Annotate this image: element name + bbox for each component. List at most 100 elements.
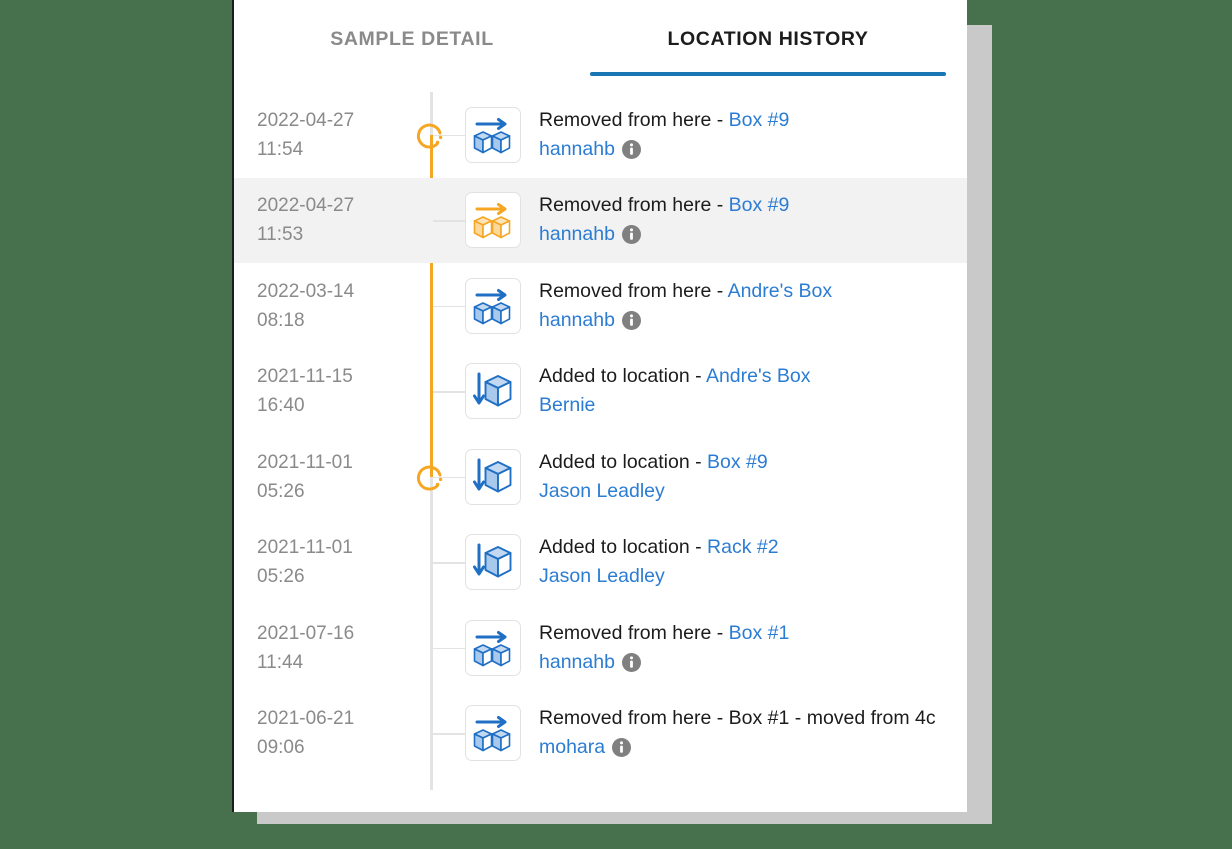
removed-from-here-icon	[473, 203, 511, 239]
timeline-row-datetime: 2022-04-27 11:54	[234, 106, 422, 164]
timeline-row-text: Added to location - Box #9 Jason Leadley	[539, 448, 768, 506]
timeline-row-action: Added to location -	[539, 450, 708, 473]
timeline-row-info-button[interactable]	[621, 139, 641, 159]
timeline-row-date: 2021-11-01	[257, 537, 353, 559]
timeline-row-action-line: Removed from here - Box #1	[539, 619, 789, 648]
timeline-row-date: 2021-06-21	[257, 708, 355, 730]
timeline-row-time: 11:54	[257, 138, 304, 160]
timeline-row-text: Removed from here - Box #1 - moved from …	[539, 704, 936, 762]
timeline-row-location[interactable]: Andre's Box	[728, 280, 833, 302]
timeline-row: 2021-11-01 05:26 Added to location - Box …	[234, 434, 967, 520]
removed-from-here-icon	[473, 288, 511, 325]
timeline-row-datetime: 2021-07-16 11:44	[234, 619, 422, 677]
added-to-location-icon-tile	[465, 363, 521, 420]
timeline-row-action: Removed from here -	[539, 621, 729, 644]
removed-from-here-icon-tile	[465, 192, 521, 249]
added-to-location-icon-tile	[465, 448, 521, 505]
info-icon[interactable]	[612, 738, 632, 758]
timeline-row-action: Removed from here -	[539, 279, 728, 302]
info-icon[interactable]	[621, 310, 641, 330]
timeline-row-text: Removed from here - Box #9 hannahb	[539, 191, 789, 249]
info-icon[interactable]	[621, 225, 641, 245]
timeline-row-action: Added to location -	[539, 365, 706, 388]
timeline-row-date: 2022-04-27	[257, 109, 355, 131]
tab-location-history[interactable]: LOCATION HISTORY	[590, 0, 946, 92]
timeline-row-info-button[interactable]	[621, 652, 641, 672]
removed-from-here-icon	[473, 117, 511, 154]
timeline-row-user[interactable]: Jason Leadley	[539, 562, 665, 591]
removed-from-here-icon-tile	[465, 106, 521, 163]
timeline-row-text: Added to location - Rack #2 Jason Leadley	[539, 533, 779, 591]
timeline-row-date: 2021-07-16	[257, 622, 355, 644]
timeline-row-datetime: 2021-11-01 05:26	[234, 448, 422, 506]
timeline-row-action: Removed from here -	[539, 108, 729, 131]
timeline-row-text: Added to location - Andre's Box Bernie	[539, 362, 810, 420]
info-icon[interactable]	[621, 139, 641, 159]
info-icon[interactable]	[621, 652, 641, 672]
timeline-row-info-button[interactable]	[612, 738, 632, 758]
timeline-row-user[interactable]: hannahb	[539, 135, 615, 164]
timeline-row-time: 16:40	[257, 395, 305, 417]
timeline-row-info-button[interactable]	[621, 225, 641, 245]
timeline-row-date: 2022-03-14	[257, 280, 355, 302]
timeline-row-user-line: hannahb	[539, 306, 832, 335]
timeline-row-location[interactable]: Box #9	[729, 109, 790, 131]
timeline-row: 2022-04-27 11:53 Removed from here - Box …	[234, 177, 967, 263]
timeline-row-time: 05:26	[257, 566, 305, 588]
timeline-row-location[interactable]: Box #9	[729, 194, 790, 216]
timeline-row-action-line: Removed from here - Box #9	[539, 191, 789, 220]
timeline-row-user-line: hannahb	[539, 135, 789, 164]
timeline-row-time: 11:44	[257, 651, 304, 673]
timeline-row-user-line: Jason Leadley	[539, 477, 768, 506]
timeline-row-time: 11:53	[257, 224, 304, 246]
timeline-row-location[interactable]: Box #1	[729, 622, 790, 644]
timeline-row-location[interactable]: Andre's Box	[706, 365, 811, 387]
timeline-row-action: Added to location -	[539, 536, 708, 559]
added-to-location-icon	[473, 543, 512, 578]
timeline-row-time: 05:26	[257, 480, 305, 502]
timeline-row-user[interactable]: hannahb	[539, 648, 615, 677]
timeline-row-location[interactable]: Rack #2	[707, 536, 779, 558]
timeline-row-text: Removed from here - Box #1 hannahb	[539, 619, 789, 677]
timeline-row-date: 2022-04-27	[257, 195, 355, 217]
timeline-row: 2021-11-01 05:26 Added to location - Rack…	[234, 520, 967, 606]
timeline-row-user[interactable]: Bernie	[539, 391, 595, 420]
location-history-card: SAMPLE DETAIL LOCATION HISTORY 2022-04-2…	[232, 0, 967, 812]
timeline-row-datetime: 2021-11-01 05:26	[234, 533, 422, 591]
timeline-row-user[interactable]: hannahb	[539, 306, 615, 335]
timeline-row-datetime: 2021-11-15 16:40	[234, 362, 422, 420]
timeline-marker	[415, 461, 447, 493]
timeline-row-user-line: hannahb	[539, 648, 789, 677]
timeline-row-action: Removed from here -	[539, 707, 729, 730]
timeline-row-action-line: Removed from here - Box #9	[539, 106, 789, 135]
timeline-row-action-line: Added to location - Rack #2	[539, 533, 779, 562]
timeline-row-info-button[interactable]	[621, 310, 641, 330]
timeline-row: 2021-07-16 11:44 Removed from here - Box …	[234, 605, 967, 691]
location-history-timeline: 2022-04-27 11:54 Removed from here - Box …	[234, 92, 967, 790]
timeline-row-user-line: Bernie	[539, 391, 810, 420]
timeline-row-action-line: Added to location - Box #9	[539, 448, 768, 477]
removed-from-here-icon	[473, 716, 511, 752]
timeline-marker	[415, 119, 447, 151]
timeline-row-user[interactable]: Jason Leadley	[539, 477, 665, 506]
removed-from-here-icon-tile	[465, 705, 521, 762]
timeline-row-date: 2021-11-01	[257, 451, 353, 473]
timeline-row-action-line: Removed from here - Box #1 - moved from …	[539, 704, 936, 733]
timeline-row-datetime: 2021-06-21 09:06	[234, 704, 422, 762]
timeline-row-user[interactable]: hannahb	[539, 220, 615, 249]
timeline-row: 2021-06-21 09:06 Removed from here - Box …	[234, 691, 967, 777]
timeline-row-user-line: mohara	[539, 733, 936, 762]
timeline-row-date: 2021-11-15	[257, 366, 353, 388]
timeline-row-time: 09:06	[257, 737, 305, 759]
timeline-row-user-line: Jason Leadley	[539, 562, 779, 591]
timeline-row-action-line: Added to location - Andre's Box	[539, 362, 810, 391]
tab-sample-detail[interactable]: SAMPLE DETAIL	[234, 0, 590, 92]
timeline-marker-icon	[416, 123, 443, 149]
timeline-row-user[interactable]: mohara	[539, 733, 605, 762]
timeline-row-location[interactable]: Box #9	[707, 451, 768, 473]
tab-bar: SAMPLE DETAIL LOCATION HISTORY	[234, 0, 967, 92]
timeline-row-datetime: 2022-03-14 08:18	[234, 277, 422, 335]
timeline-row-text: Removed from here - Andre's Box hannahb	[539, 277, 832, 335]
timeline-row: 2021-11-15 16:40 Added to location - Andr…	[234, 349, 967, 435]
active-tab-indicator	[590, 72, 946, 76]
